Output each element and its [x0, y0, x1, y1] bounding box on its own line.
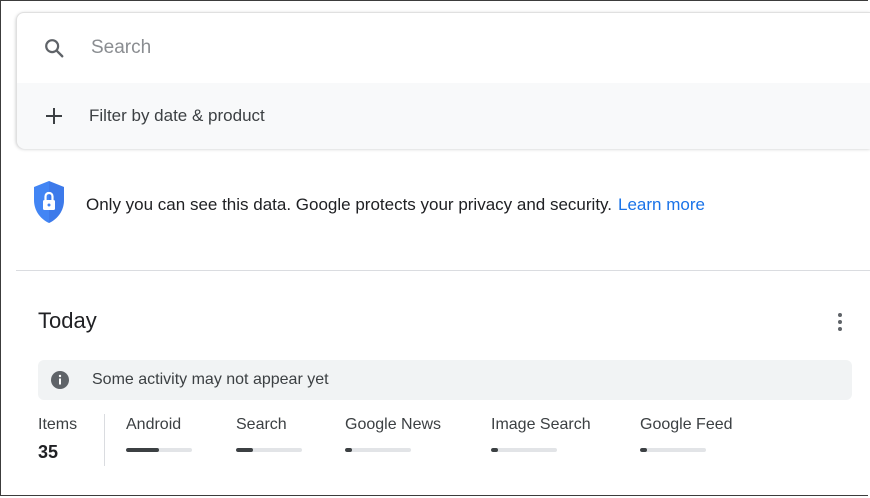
- product-bar-track: [236, 448, 302, 452]
- product-label: Search: [236, 416, 287, 433]
- more-options-button[interactable]: [830, 308, 850, 336]
- product-bar-track: [491, 448, 557, 452]
- privacy-notice: Only you can see this data. Google prote…: [32, 180, 705, 229]
- more-vert-dot: [838, 327, 842, 331]
- items-label: Items: [38, 416, 78, 433]
- search-card: Filter by date & product: [16, 12, 870, 149]
- product-stat-android[interactable]: Android: [126, 414, 192, 452]
- more-vert-icon[interactable]: [838, 313, 842, 317]
- product-bar-track: [126, 448, 192, 452]
- privacy-text: Only you can see this data. Google prote…: [86, 195, 705, 215]
- search-input[interactable]: [89, 36, 693, 60]
- product-bar-track: [640, 448, 706, 452]
- product-bar-fill: [236, 448, 253, 452]
- filter-label[interactable]: Filter by date & product: [89, 106, 265, 126]
- more-vert-dot: [838, 320, 842, 324]
- product-bar-fill: [345, 448, 352, 452]
- product-bar-fill: [126, 448, 159, 452]
- search-row[interactable]: [17, 13, 870, 84]
- search-icon[interactable]: [43, 37, 65, 59]
- learn-more-link[interactable]: Learn more: [618, 195, 705, 214]
- section-title-today: Today: [38, 308, 97, 333]
- info-icon: [50, 370, 70, 390]
- notice-text: Some activity may not appear yet: [92, 371, 329, 388]
- product-bar-track: [345, 448, 411, 452]
- filter-row[interactable]: Filter by date & product: [17, 83, 870, 149]
- stats-divider: [104, 414, 105, 466]
- product-stat-image-search[interactable]: Image Search: [491, 414, 591, 452]
- product-label: Google News: [345, 416, 442, 433]
- activity-notice: Some activity may not appear yet: [38, 360, 852, 400]
- shield-lock-icon: [32, 180, 66, 229]
- product-bar-fill: [491, 448, 498, 452]
- product-stat-search[interactable]: Search: [236, 414, 302, 452]
- privacy-message: Only you can see this data. Google prote…: [86, 194, 613, 214]
- product-label: Android: [126, 416, 182, 433]
- product-label: Image Search: [491, 416, 591, 433]
- product-bar-fill: [640, 448, 647, 452]
- product-stat-google-feed[interactable]: Google Feed: [640, 414, 733, 452]
- items-count: 35: [38, 442, 59, 462]
- product-stat-google-news[interactable]: Google News: [345, 414, 441, 452]
- section-divider: [16, 270, 870, 271]
- plus-icon[interactable]: [43, 105, 65, 127]
- product-label: Google Feed: [640, 416, 733, 433]
